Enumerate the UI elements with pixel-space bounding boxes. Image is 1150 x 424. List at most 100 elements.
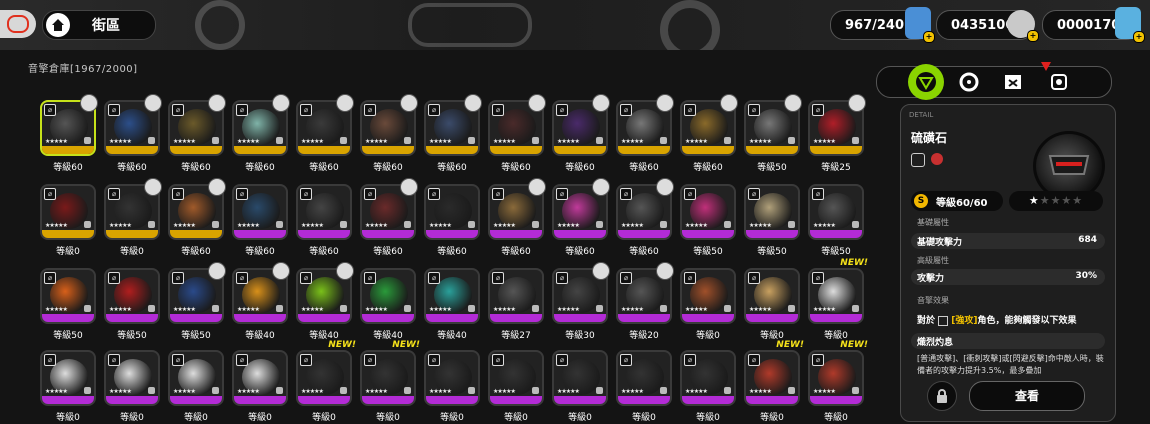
star-icon: ★★★★★ xyxy=(557,306,580,313)
w-engine-card[interactable]: ⌀ ★★★★★ 等級60 xyxy=(296,184,352,257)
lock-icon xyxy=(532,221,539,228)
w-engine-card[interactable]: ⌀ ★★★★★ 等級0 xyxy=(488,350,544,423)
w-engine-card[interactable]: ⌀ ★★★★★ 等級50 xyxy=(168,262,226,341)
tab-refine[interactable] xyxy=(1001,70,1025,94)
w-engine-card[interactable]: ⌀ ★★★★★ 等級60 xyxy=(616,94,674,173)
w-engine-card[interactable]: ⌀ ★★★★★ 等級0 xyxy=(40,184,96,257)
rank-strip xyxy=(106,396,158,404)
dennies-resource[interactable]: 04351064 + xyxy=(936,10,1039,42)
w-engine-card[interactable]: ⌀ ★★★★★ 等級60 xyxy=(232,94,290,173)
w-engine-card[interactable]: ⌀ ★★★★★ 等級20 xyxy=(616,262,674,341)
rank-strip xyxy=(106,314,158,322)
w-engine-card[interactable]: ⌀ ★★★★★ 等級0 NEW! xyxy=(744,340,804,423)
star-icon: ★★★★★ xyxy=(685,388,708,395)
card-frame: ⌀ ★★★★★ xyxy=(232,350,288,406)
level-label: 等級60 xyxy=(565,247,595,257)
w-engine-card[interactable]: ⌀ ★★★★★ 等級60 xyxy=(488,94,546,173)
w-engine-card[interactable]: ⌀ ★★★★★ 等級60 xyxy=(232,184,288,257)
w-engine-card[interactable]: ⌀ ★★★★★ 等級60 xyxy=(104,94,162,173)
attack-type-icon: ⌀ xyxy=(620,104,632,116)
ticket-resource[interactable]: 00001707 + xyxy=(1042,7,1145,43)
rank-strip xyxy=(682,230,734,238)
view-button[interactable]: 查看 xyxy=(969,381,1085,411)
battery-resource[interactable]: 967/240 + xyxy=(830,7,935,43)
base-attack-row: 基礎攻擊力 684 xyxy=(911,233,1105,249)
w-engine-card[interactable]: ⌀ ★★★★★ 等級0 xyxy=(744,268,800,341)
star-icon: ★★★★★ xyxy=(493,388,516,395)
star-icon: ★★★★★ xyxy=(365,306,388,313)
w-engine-card[interactable]: ⌀ ★★★★★ 等級0 xyxy=(424,350,480,423)
w-engine-card[interactable]: ⌀ ★★★★★ 等級40 xyxy=(296,262,354,341)
w-engine-card[interactable]: ⌀ ★★★★★ 等級50 xyxy=(744,94,802,173)
w-engine-card[interactable]: ⌀ ★★★★★ 等級0 NEW! xyxy=(296,340,356,423)
w-engine-card[interactable]: ⌀ ★★★★★ 等級0 xyxy=(680,350,736,423)
star-icon: ★★★★★ xyxy=(557,222,580,229)
w-engine-card[interactable]: ⌀ ★★★★★ 等級50 xyxy=(744,184,800,257)
w-engine-card[interactable]: ⌀ ★★★★★ 等級50 xyxy=(680,184,736,257)
w-engine-card[interactable]: ⌀ ★★★★★ 等級50 xyxy=(104,268,160,341)
w-engine-card[interactable]: ⌀ ★★★★★ 等級0 xyxy=(552,350,608,423)
w-engine-card[interactable]: ⌀ ★★★★★ 等級60 xyxy=(40,94,98,173)
star-icon: ★★★★★ xyxy=(173,388,196,395)
w-engine-card[interactable]: ⌀ ★★★★★ 等級0 xyxy=(104,178,162,257)
stat-key: 基礎攻擊力 xyxy=(917,238,963,248)
lock-button[interactable] xyxy=(927,381,957,411)
tab-detail[interactable] xyxy=(908,64,944,100)
lock-icon xyxy=(404,221,411,228)
lock-icon xyxy=(148,137,155,144)
w-engine-card[interactable]: ⌀ ★★★★★ 等級60 xyxy=(488,178,546,257)
level-label: 等級60 xyxy=(181,163,211,173)
triangle-emblem-icon xyxy=(916,72,936,92)
level-label: 等級60 xyxy=(373,247,403,257)
w-engine-card[interactable]: ⌀ ★★★★★ 等級60 xyxy=(296,94,354,173)
w-engine-card[interactable]: ⌀ ★★★★★ 等級60 xyxy=(616,178,674,257)
w-engine-card[interactable]: ⌀ ★★★★★ 等級40 xyxy=(360,268,416,341)
w-engine-card[interactable]: ⌀ ★★★★★ 等級0 xyxy=(232,350,288,423)
w-engine-card[interactable]: ⌀ ★★★★★ 等級60 xyxy=(552,178,610,257)
level-label: 等級60 xyxy=(117,163,147,173)
w-engine-card[interactable]: ⌀ ★★★★★ 等級60 xyxy=(168,94,226,173)
level-label: 等級60 xyxy=(373,163,403,173)
new-badge: NEW! xyxy=(392,340,420,350)
w-engine-card[interactable]: ⌀ ★★★★★ 等級40 xyxy=(424,268,480,341)
tab-upgrade[interactable] xyxy=(957,70,981,94)
attack-type-icon: ⌀ xyxy=(620,354,632,366)
lock-icon xyxy=(340,305,347,312)
attack-type-icon: ⌀ xyxy=(428,272,440,284)
w-engine-card[interactable]: ⌀ ★★★★★ 等級60 xyxy=(360,94,418,173)
star-icon: ★★★★★ xyxy=(365,138,388,145)
w-engine-card[interactable]: ⌀ ★★★★★ 等級0 NEW! xyxy=(360,340,420,423)
w-engine-card[interactable]: ⌀ ★★★★★ 等級0 xyxy=(40,350,96,423)
w-engine-card[interactable]: ⌀ ★★★★★ 等級50 xyxy=(808,184,864,257)
level-label: 等級0 xyxy=(376,413,400,423)
w-engine-card[interactable]: ⌀ ★★★★★ 等級60 xyxy=(680,94,738,173)
w-engine-card[interactable]: ⌀ ★★★★★ 等級60 xyxy=(424,94,482,173)
agent-avatar-icon xyxy=(400,94,418,112)
agent-avatar-icon xyxy=(528,94,546,112)
rank-strip xyxy=(234,230,286,238)
w-engine-card[interactable]: ⌀ ★★★★★ 等級60 xyxy=(424,184,480,257)
w-engine-card[interactable]: ⌀ ★★★★★ 等級0 xyxy=(104,350,160,423)
w-engine-card[interactable]: ⌀ ★★★★★ 等級60 xyxy=(552,94,610,173)
w-engine-card[interactable]: ⌀ ★★★★★ 等級40 xyxy=(232,262,290,341)
w-engine-card[interactable]: ⌀ ★★★★★ 等級0 xyxy=(616,350,672,423)
w-engine-card[interactable]: ⌀ ★★★★★ 等級0 NEW! xyxy=(808,340,868,423)
w-engine-card[interactable]: ⌀ ★★★★★ 等級30 xyxy=(552,262,610,341)
attack-type-icon: ⌀ xyxy=(44,104,56,116)
location-breadcrumb[interactable]: 街區 xyxy=(42,10,156,40)
w-engine-card[interactable]: ⌀ ★★★★★ 等級0 xyxy=(168,350,224,423)
w-engine-card[interactable]: ⌀ ★★★★★ 等級60 xyxy=(360,178,418,257)
lock-icon xyxy=(468,137,475,144)
w-engine-card[interactable]: ⌀ ★★★★★ 等級50 xyxy=(40,268,96,341)
level-label: 等級0 xyxy=(248,413,272,423)
back-button[interactable] xyxy=(0,10,36,38)
tab-star[interactable] xyxy=(1041,62,1071,94)
w-engine-card[interactable]: ⌀ ★★★★★ 等級0 xyxy=(680,268,736,341)
w-engine-card[interactable]: ⌀ ★★★★★ 等級0 NEW! xyxy=(808,258,868,341)
w-engine-card[interactable]: ⌀ ★★★★★ 等級27 xyxy=(488,268,544,341)
w-engine-card[interactable]: ⌀ ★★★★★ 等級60 xyxy=(168,178,226,257)
home-icon[interactable] xyxy=(46,13,70,37)
card-frame: ⌀ ★★★★★ xyxy=(680,350,736,406)
rank-strip xyxy=(682,146,734,154)
w-engine-card[interactable]: ⌀ ★★★★★ 等級25 xyxy=(808,94,866,173)
